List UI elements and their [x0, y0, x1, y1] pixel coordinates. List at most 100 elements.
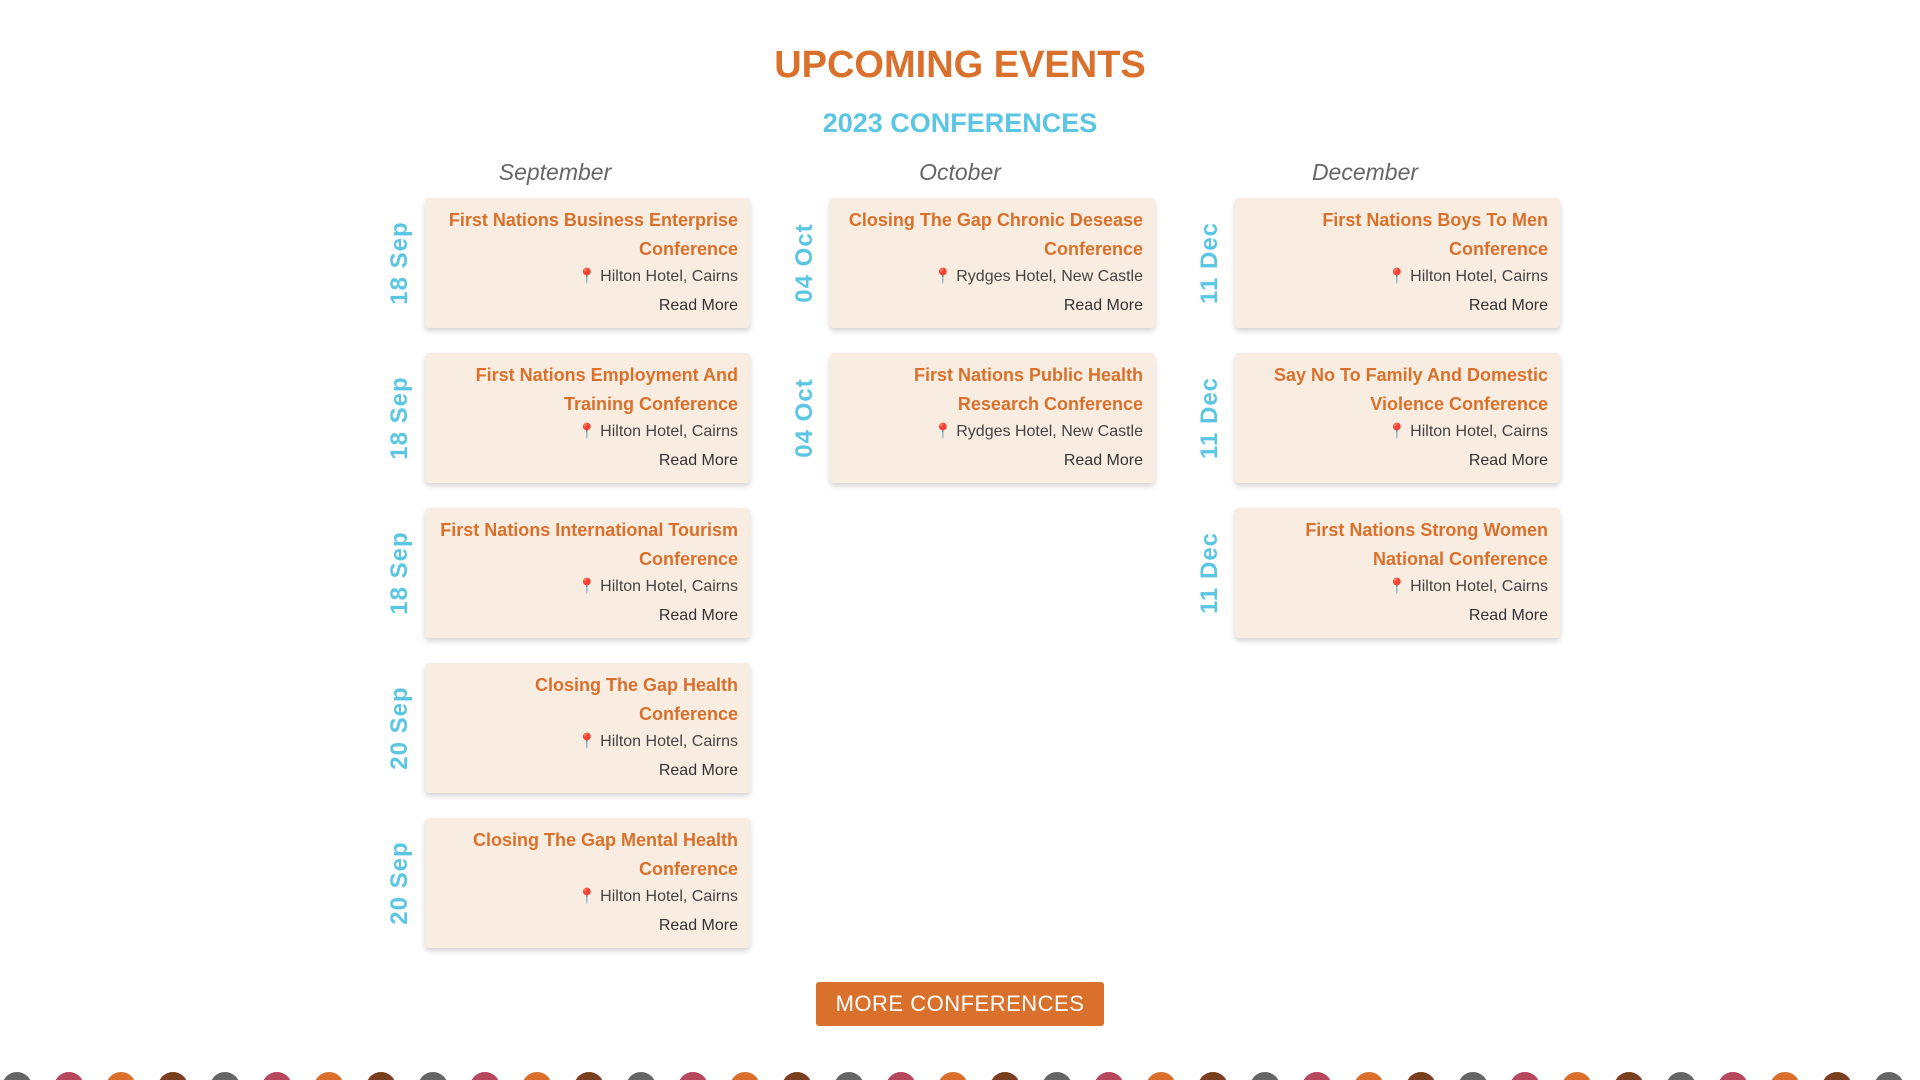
event-title[interactable]: Closing The Gap Chronic Desease Conferen…: [838, 206, 1143, 264]
event-date: 11 Dec: [1196, 376, 1223, 460]
event-column-october: October 04 Oct Closing The Gap Chronic Des…: [790, 156, 1160, 508]
map-pin-icon: 📍: [577, 733, 597, 750]
read-more-link[interactable]: Read More: [1243, 604, 1548, 628]
read-more-link[interactable]: Read More: [1243, 449, 1548, 473]
map-pin-icon: 📍: [1387, 578, 1407, 595]
event-title[interactable]: Closing The Gap Mental Health Conference: [433, 826, 738, 884]
decorative-dot: [106, 1072, 136, 1080]
decorative-dot: [1406, 1072, 1436, 1080]
event-card: First Nations International Tourism Conf…: [425, 508, 750, 638]
decorative-dot: [1042, 1072, 1072, 1080]
events-page: UPCOMING EVENTS 2023 CONFERENCES Septemb…: [0, 0, 1920, 1080]
decorative-dot: [990, 1072, 1020, 1080]
event-date: 04 Oct: [791, 223, 818, 303]
event-card: Closing The Gap Health Conference 📍 Hilton…: [425, 663, 750, 793]
event-date: 11 Dec: [1196, 221, 1223, 305]
event-location-text: Hilton Hotel, Cairns: [1410, 578, 1548, 595]
event-title[interactable]: First Nations Business Enterprise Confer…: [433, 206, 738, 264]
event-item: 04 Oct Closing The Gap Chronic Desease Co…: [790, 198, 1160, 328]
decorative-dot: [158, 1072, 188, 1080]
decorative-dot: [1718, 1072, 1748, 1080]
event-card: First Nations Boys To Men Conference 📍 Hil…: [1235, 198, 1560, 328]
decorative-dot: [782, 1072, 812, 1080]
decorative-dot: [1302, 1072, 1332, 1080]
event-location: 📍 Hilton Hotel, Cairns: [1243, 419, 1548, 445]
map-pin-icon: 📍: [577, 423, 597, 440]
decorative-dot: [262, 1072, 292, 1080]
event-card: Closing The Gap Chronic Desease Conferen…: [830, 198, 1155, 328]
map-pin-icon: 📍: [933, 423, 953, 440]
event-location: 📍 Hilton Hotel, Cairns: [433, 574, 738, 600]
decorative-dot: [1458, 1072, 1488, 1080]
more-conferences-button[interactable]: MORE CONFERENCES: [816, 982, 1104, 1026]
event-location-text: Hilton Hotel, Cairns: [600, 733, 738, 750]
map-pin-icon: 📍: [577, 888, 597, 905]
event-date: 20 Sep: [386, 686, 413, 770]
decorative-dot: [1146, 1072, 1176, 1080]
decorative-dot: [574, 1072, 604, 1080]
decorative-dot: [626, 1072, 656, 1080]
event-card: First Nations Employment And Training Co…: [425, 353, 750, 483]
event-location-text: Hilton Hotel, Cairns: [600, 888, 738, 905]
event-item: 11 Dec First Nations Strong Women Nationa…: [1195, 508, 1565, 638]
event-date: 18 Sep: [386, 376, 413, 460]
event-column-september: September 18 Sep First Nations Business En…: [385, 156, 755, 973]
event-location-text: Rydges Hotel, New Castle: [956, 268, 1143, 285]
event-card: Say No To Family And Domestic Violence C…: [1235, 353, 1560, 483]
event-date-label: 18 Sep: [385, 508, 415, 638]
event-date-label: 04 Oct: [790, 353, 820, 483]
page-subtitle: 2023 CONFERENCES: [822, 108, 1098, 138]
event-title[interactable]: First Nations International Tourism Conf…: [433, 516, 738, 574]
event-location-text: Hilton Hotel, Cairns: [600, 423, 738, 440]
event-item: 18 Sep First Nations International Touris…: [385, 508, 755, 638]
decorative-dot: [1666, 1072, 1696, 1080]
decorative-dot: [314, 1072, 344, 1080]
decorative-dot: [1510, 1072, 1540, 1080]
event-title[interactable]: First Nations Employment And Training Co…: [433, 361, 738, 419]
event-date: 18 Sep: [386, 221, 413, 305]
map-pin-icon: 📍: [933, 268, 953, 285]
event-date-label: 11 Dec: [1195, 508, 1225, 638]
event-location-text: Hilton Hotel, Cairns: [600, 578, 738, 595]
decorative-dot: [886, 1072, 916, 1080]
decorative-dot: [938, 1072, 968, 1080]
read-more-link[interactable]: Read More: [433, 759, 738, 783]
decorative-dot: [1822, 1072, 1852, 1080]
event-date-label: 20 Sep: [385, 663, 415, 793]
event-date-label: 11 Dec: [1195, 198, 1225, 328]
month-heading: September: [498, 159, 612, 185]
read-more-link[interactable]: Read More: [433, 604, 738, 628]
event-item: 20 Sep Closing The Gap Health Conference 📍…: [385, 663, 755, 793]
map-pin-icon: 📍: [1387, 423, 1407, 440]
decorative-dot: [1614, 1072, 1644, 1080]
decorative-dot: [1250, 1072, 1280, 1080]
decorative-dots-strip: [0, 1072, 1920, 1080]
read-more-link[interactable]: Read More: [838, 449, 1143, 473]
event-title[interactable]: Say No To Family And Domestic Violence C…: [1243, 361, 1548, 419]
event-date-label: 18 Sep: [385, 353, 415, 483]
read-more-link[interactable]: Read More: [433, 294, 738, 318]
decorative-dot: [1562, 1072, 1592, 1080]
event-title[interactable]: First Nations Public Health Research Con…: [838, 361, 1143, 419]
decorative-dot: [2, 1072, 32, 1080]
event-item: 11 Dec Say No To Family And Domestic Viol…: [1195, 353, 1565, 483]
map-pin-icon: 📍: [577, 268, 597, 285]
page-title: UPCOMING EVENTS: [774, 44, 1146, 86]
event-title[interactable]: Closing The Gap Health Conference: [433, 671, 738, 729]
decorative-dot: [834, 1072, 864, 1080]
decorative-dot: [1198, 1072, 1228, 1080]
event-date-label: 04 Oct: [790, 198, 820, 328]
event-location-text: Rydges Hotel, New Castle: [956, 423, 1143, 440]
event-item: 11 Dec First Nations Boys To Men Conferen…: [1195, 198, 1565, 328]
event-item: 20 Sep Closing The Gap Mental Health Conf…: [385, 818, 755, 948]
read-more-link[interactable]: Read More: [838, 294, 1143, 318]
event-date: 20 Sep: [386, 841, 413, 925]
read-more-link[interactable]: Read More: [1243, 294, 1548, 318]
read-more-link[interactable]: Read More: [433, 914, 738, 938]
read-more-link[interactable]: Read More: [433, 449, 738, 473]
event-card: First Nations Public Health Research Con…: [830, 353, 1155, 483]
event-title[interactable]: First Nations Strong Women National Conf…: [1243, 516, 1548, 574]
decorative-dot: [210, 1072, 240, 1080]
event-title[interactable]: First Nations Boys To Men Conference: [1243, 206, 1548, 264]
event-location: 📍 Hilton Hotel, Cairns: [433, 884, 738, 910]
